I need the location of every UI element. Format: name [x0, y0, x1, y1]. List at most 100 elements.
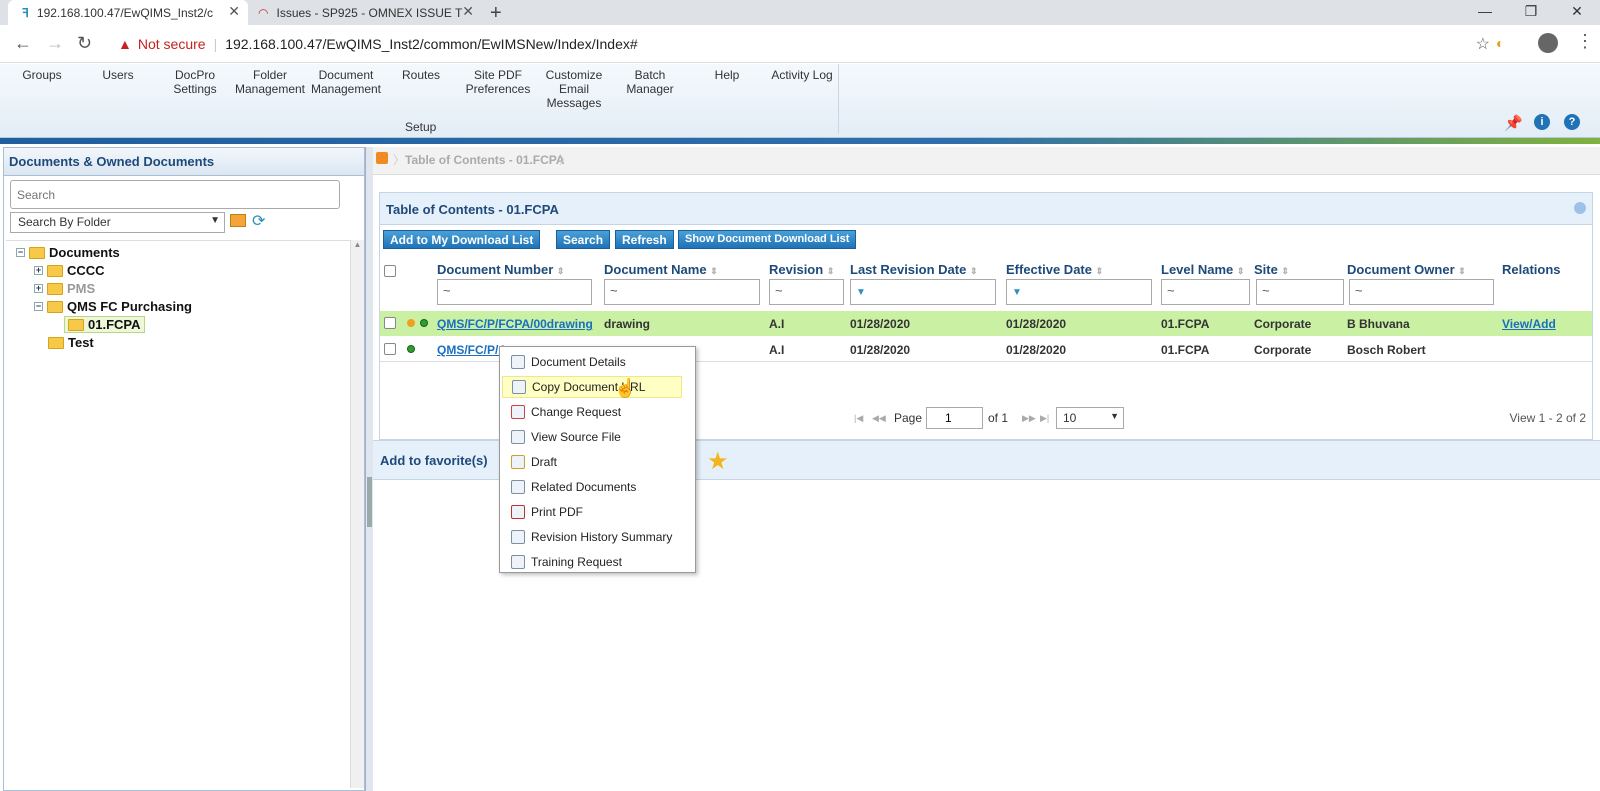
tree-node-01-fcpa[interactable]: 01.FCPA — [64, 316, 145, 333]
menu-item-copy-document-url[interactable]: Copy Document URL — [502, 376, 682, 398]
ribbon-groups[interactable]: Groups — [22, 68, 62, 82]
filter-document-number[interactable]: ~ — [437, 279, 592, 305]
tree-node-test[interactable]: Test — [48, 335, 94, 350]
table-row[interactable]: QMS/FC/P/FCPA/00drawing drawing A.I 01/2… — [380, 311, 1592, 336]
back-icon[interactable]: ← — [14, 33, 32, 54]
search-button[interactable]: Search — [556, 230, 611, 249]
menu-kebab-icon[interactable]: ⋮ — [1576, 31, 1594, 52]
menu-item-view-source-file[interactable]: View Source File — [502, 426, 682, 448]
ribbon-activity-log[interactable]: Activity Log — [766, 68, 838, 82]
collapse-icon[interactable]: − — [16, 248, 25, 257]
bookmark-star-icon[interactable]: ☆ — [1476, 34, 1490, 54]
collapse-icon[interactable]: − — [34, 302, 43, 311]
breadcrumb-home-icon[interactable] — [376, 152, 388, 164]
col-site[interactable]: Site ⇕ — [1254, 262, 1289, 277]
refresh-icon[interactable]: ⟳ — [252, 211, 265, 231]
filter-effective-date[interactable]: ▼ — [1006, 279, 1152, 305]
new-tab-icon[interactable]: + — [490, 2, 502, 25]
col-revision[interactable]: Revision ⇕ — [769, 262, 834, 277]
sort-icon: ⇕ — [710, 266, 718, 276]
ribbon-help[interactable]: Help — [712, 68, 742, 82]
first-page-icon[interactable]: |◀ — [854, 413, 863, 424]
menu-item-document-details[interactable]: Document Details — [502, 351, 682, 373]
prev-page-icon[interactable]: ◀◀ — [872, 413, 886, 424]
info-icon[interactable]: i — [1534, 114, 1550, 130]
select-all-checkbox[interactable] — [384, 265, 396, 277]
search-by-select[interactable]: Search By Folder ▼ — [10, 212, 225, 233]
browser-tab[interactable]: ◠ Issues - SP925 - OMNEX ISSUE T ✕ — [252, 0, 482, 25]
relations-link[interactable]: View/Add — [1502, 317, 1556, 331]
menu-item-draft[interactable]: Draft — [502, 451, 682, 473]
ribbon-label: Site PDF Preferences — [465, 68, 531, 96]
ribbon-customize-email[interactable]: Customize Email Messages — [540, 68, 608, 110]
filter-level-name[interactable]: ~ — [1161, 279, 1250, 305]
tree-node-cccc[interactable]: + CCCC — [34, 263, 105, 278]
col-document-owner[interactable]: Document Owner ⇕ — [1347, 262, 1466, 277]
url-text[interactable]: 192.168.100.47/EwQIMS_Inst2/common/EwIMS… — [225, 36, 637, 52]
folder-search-icon[interactable] — [230, 214, 246, 227]
folder-icon — [68, 318, 84, 331]
ribbon-docpro-settings[interactable]: DocPro Settings — [170, 68, 220, 96]
expand-icon[interactable]: + — [34, 266, 43, 275]
add-favorite-star-icon[interactable]: ★ — [707, 447, 729, 476]
row-checkbox[interactable] — [384, 343, 396, 355]
search-input[interactable] — [10, 180, 340, 209]
tree-node-pms[interactable]: + PMS — [34, 281, 95, 296]
add-to-download-list-button[interactable]: Add to My Download List — [383, 230, 541, 249]
menu-item-print-pdf[interactable]: Print PDF — [502, 501, 682, 523]
reload-icon[interactable]: ↻ — [77, 33, 92, 54]
next-page-icon[interactable]: ▶▶ — [1022, 413, 1036, 424]
scroll-up-icon[interactable]: ▲ — [351, 240, 364, 249]
panel-splitter[interactable] — [365, 147, 373, 791]
close-tab-icon[interactable]: ✕ — [228, 3, 240, 20]
filter-last-revision-date[interactable]: ▼ — [850, 279, 996, 305]
menu-item-related-documents[interactable]: Related Documents — [502, 476, 682, 498]
menu-item-change-request[interactable]: Change Request — [502, 401, 682, 423]
col-last-revision-date[interactable]: Last Revision Date ⇕ — [850, 262, 978, 277]
forward-icon[interactable]: → — [46, 33, 64, 54]
menu-item-training-request[interactable]: Training Request — [502, 551, 682, 573]
col-effective-date[interactable]: Effective Date ⇕ — [1006, 262, 1103, 277]
ribbon-folder-management[interactable]: Folder Management — [234, 68, 306, 96]
ribbon-document-management[interactable]: Document Management — [310, 68, 382, 96]
menu-item-revision-history-summary[interactable]: Revision History Summary — [502, 526, 682, 548]
ribbon-routes[interactable]: Routes — [400, 68, 442, 82]
page-size-select[interactable]: 10 ▼ — [1056, 407, 1124, 429]
restore-icon[interactable]: ❐ — [1508, 0, 1554, 25]
expand-icon[interactable]: + — [34, 284, 43, 293]
ribbon-users[interactable]: Users — [100, 68, 136, 82]
col-document-number[interactable]: Document Number ⇕ — [437, 262, 564, 277]
filter-site[interactable]: ~ — [1256, 279, 1344, 305]
filter-revision[interactable]: ~ — [769, 279, 844, 305]
browser-tab-active[interactable]: ꟻ 192.168.100.47/EwQIMS_Inst2/c ✕ — [8, 0, 248, 25]
col-level-name[interactable]: Level Name ⇕ — [1161, 262, 1244, 277]
splitter-handle[interactable] — [367, 477, 372, 527]
close-tab-icon[interactable]: ✕ — [462, 3, 474, 20]
tree-node-documents[interactable]: − Documents — [16, 245, 120, 260]
refresh-button[interactable]: Refresh — [615, 230, 674, 249]
ribbon-site-pdf-preferences[interactable]: Site PDF Preferences — [460, 68, 536, 96]
show-download-list-button[interactable]: Show Document Download List — [678, 230, 857, 249]
filter-document-owner[interactable]: ~ — [1349, 279, 1494, 305]
window-close-icon[interactable]: ✕ — [1554, 0, 1600, 25]
col-document-name[interactable]: Document Name ⇕ — [604, 262, 718, 277]
document-number-link[interactable]: QMS/FC/P/A — [437, 343, 507, 357]
filter-document-name[interactable]: ~ — [604, 279, 760, 305]
tree-scrollbar[interactable]: ▲ — [350, 240, 364, 788]
profile-avatar-icon[interactable] — [1538, 33, 1558, 53]
breadcrumb-item[interactable]: Table of Contents - 01.FCPA — [405, 153, 565, 167]
tree-label: QMS FC Purchasing — [67, 299, 192, 314]
page-input[interactable] — [926, 407, 983, 429]
pin-icon[interactable]: 📌 — [1504, 114, 1523, 132]
address-bar[interactable]: ▲ Not secure | 192.168.100.47/EwQIMS_Ins… — [110, 30, 1490, 58]
row-checkbox[interactable] — [384, 317, 396, 329]
header-color-stripe — [0, 138, 1600, 144]
tree-node-qms-fc-purchasing[interactable]: − QMS FC Purchasing — [34, 299, 192, 314]
document-number-link[interactable]: QMS/FC/P/FCPA/00drawing — [437, 317, 593, 331]
ribbon-batch-manager[interactable]: Batch Manager — [622, 68, 678, 96]
last-page-icon[interactable]: ▶| — [1040, 413, 1049, 424]
collapse-panel-icon[interactable] — [1574, 202, 1586, 214]
extension-icon[interactable]: ◐ — [1496, 35, 1504, 51]
minimize-icon[interactable]: — — [1462, 0, 1508, 25]
help-icon[interactable]: ? — [1564, 114, 1580, 130]
